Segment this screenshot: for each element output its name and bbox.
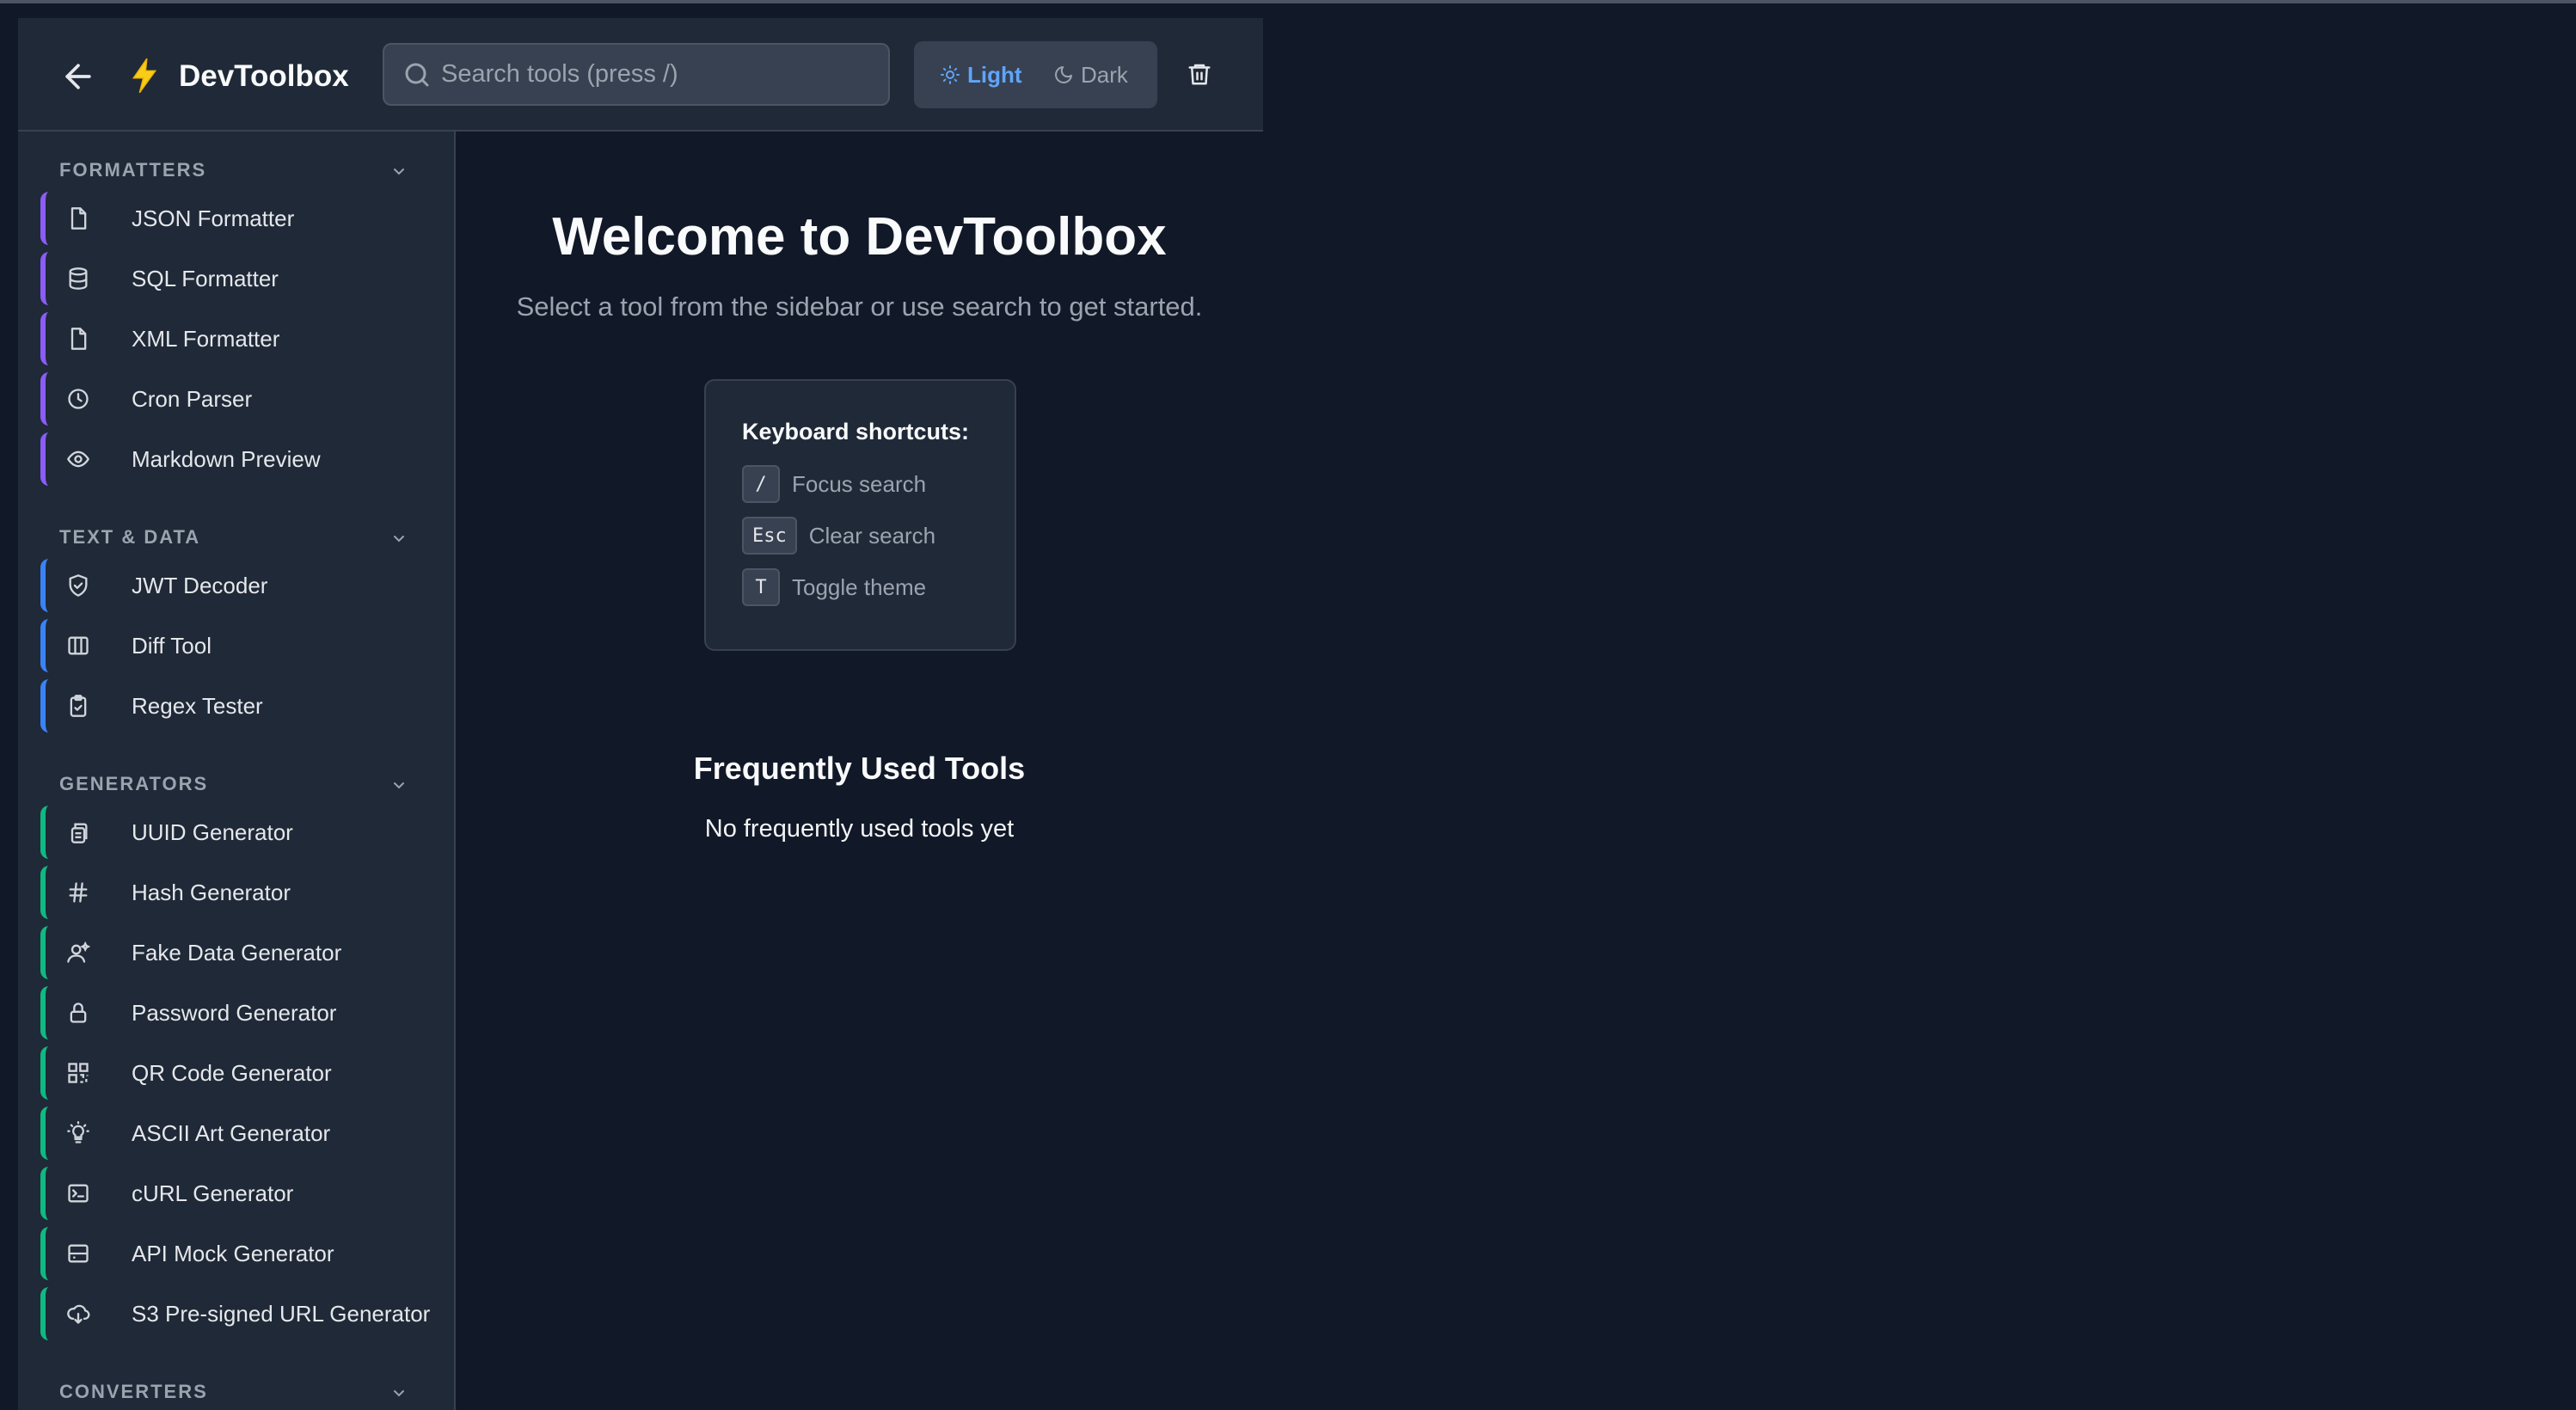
section-text-data-header[interactable]: TEXT & DATA xyxy=(18,519,454,557)
hash-icon xyxy=(64,879,92,906)
database-icon xyxy=(64,265,92,292)
sidebar-item-json-formatter[interactable]: JSON Formatter xyxy=(40,192,436,245)
shortcuts-title: Keyboard shortcuts: xyxy=(742,419,970,444)
chevron-down-icon xyxy=(389,528,409,549)
main-content: Welcome to DevToolbox Select a tool from… xyxy=(456,132,1263,1410)
shortcut-key: Esc xyxy=(742,517,797,555)
shortcut-row: / Focus search xyxy=(742,463,926,505)
shortcut-row: Esc Clear search xyxy=(742,515,935,556)
frequent-tools-empty-text: No frequently used tools yet xyxy=(704,815,1015,843)
shortcut-label: Toggle theme xyxy=(792,573,927,600)
sidebar-item-jwt-decoder[interactable]: JWT Decoder xyxy=(40,559,436,612)
section-formatters-header[interactable]: FORMATTERS xyxy=(18,152,454,190)
shortcut-label: Clear search xyxy=(808,522,936,549)
chevron-down-icon xyxy=(389,775,409,795)
sidebar-item-label: QR Code Generator xyxy=(132,1060,332,1086)
sidebar-item-password-generator[interactable]: Password Generator xyxy=(40,986,436,1039)
sidebar-item-qr-code-generator[interactable]: QR Code Generator xyxy=(40,1046,436,1100)
keyboard-shortcuts-card: Keyboard shortcuts: / Focus search Esc C… xyxy=(704,379,1016,651)
cloud-download-icon xyxy=(64,1300,92,1327)
app-header: DevToolbox Light Dark xyxy=(18,18,1263,132)
sidebar-item-label: Fake Data Generator xyxy=(132,940,342,966)
lightning-icon xyxy=(130,54,164,97)
user-sparkle-icon xyxy=(64,939,92,966)
file-icon xyxy=(64,325,92,352)
sidebar-item-label: cURL Generator xyxy=(132,1180,294,1206)
sidebar-item-hash-generator[interactable]: Hash Generator xyxy=(40,866,436,919)
sidebar-item-label: Markdown Preview xyxy=(132,446,321,472)
section-title: FORMATTERS xyxy=(59,159,207,181)
section-converters-header[interactable]: CONVERTERS xyxy=(18,1374,454,1410)
trash-icon xyxy=(1187,60,1212,88)
sidebar-item-label: JSON Formatter xyxy=(132,205,295,231)
theme-dark-button[interactable]: Dark xyxy=(1053,41,1128,108)
section-title: GENERATORS xyxy=(59,773,209,794)
shortcut-row: T Toggle theme xyxy=(742,567,926,608)
sidebar-item-regex-tester[interactable]: Regex Tester xyxy=(40,679,436,733)
sidebar: FORMATTERS JSON Formatter SQL Formatter … xyxy=(18,132,456,1410)
section-title: CONVERTERS xyxy=(59,1381,208,1402)
theme-light-label: Light xyxy=(967,61,1022,88)
frequent-tools-title: Frequently Used Tools xyxy=(693,751,1026,786)
sidebar-item-fake-data-generator[interactable]: Fake Data Generator xyxy=(40,926,436,979)
window-top-border xyxy=(0,0,2576,3)
app-window: DevToolbox Light Dark xyxy=(18,18,1263,1410)
chevron-down-icon xyxy=(389,161,409,181)
sidebar-item-label: Hash Generator xyxy=(132,880,291,905)
back-button[interactable] xyxy=(56,54,101,99)
sidebar-item-label: JWT Decoder xyxy=(132,573,268,598)
theme-toggle: Light Dark xyxy=(914,41,1157,108)
sidebar-item-markdown-preview[interactable]: Markdown Preview xyxy=(40,432,436,486)
sidebar-item-label: S3 Pre-signed URL Generator xyxy=(132,1301,431,1327)
shield-check-icon xyxy=(64,572,92,599)
search-input[interactable] xyxy=(441,45,871,104)
terminal-icon xyxy=(64,1180,92,1207)
shortcut-key: / xyxy=(742,465,780,503)
sidebar-item-uuid-generator[interactable]: UUID Generator xyxy=(40,806,436,859)
sidebar-item-curl-generator[interactable]: cURL Generator xyxy=(40,1167,436,1220)
moon-icon xyxy=(1053,64,1074,85)
sidebar-item-label: Cron Parser xyxy=(132,386,253,412)
arrow-left-icon xyxy=(59,58,97,95)
search-box[interactable] xyxy=(383,43,890,106)
sidebar-item-diff-tool[interactable]: Diff Tool xyxy=(40,619,436,672)
sidebar-item-label: ASCII Art Generator xyxy=(132,1120,331,1146)
shortcut-key: T xyxy=(742,568,780,606)
qr-code-icon xyxy=(64,1059,92,1087)
shortcut-label: Focus search xyxy=(792,470,927,497)
theme-dark-label: Dark xyxy=(1081,61,1128,88)
section-title: TEXT & DATA xyxy=(59,526,201,548)
section-generators-header[interactable]: GENERATORS xyxy=(18,766,454,804)
clear-data-button[interactable] xyxy=(1182,57,1217,91)
page-subtitle: Select a tool from the sidebar or use se… xyxy=(516,291,1203,322)
file-icon xyxy=(64,205,92,232)
sidebar-item-label: SQL Formatter xyxy=(132,266,279,291)
sidebar-item-xml-formatter[interactable]: XML Formatter xyxy=(40,312,436,365)
sun-icon xyxy=(940,64,960,85)
search-icon xyxy=(402,59,432,90)
clipboard-check-icon xyxy=(64,692,92,720)
copy-icon xyxy=(64,818,92,846)
sidebar-item-s3-presigned-url-generator[interactable]: S3 Pre-signed URL Generator xyxy=(40,1287,436,1340)
chevron-down-icon xyxy=(389,1382,409,1403)
lightbulb-icon xyxy=(64,1119,92,1147)
sidebar-item-label: Password Generator xyxy=(132,1000,337,1026)
lock-icon xyxy=(64,999,92,1027)
theme-light-button[interactable]: Light xyxy=(940,41,1022,108)
sidebar-item-cron-parser[interactable]: Cron Parser xyxy=(40,372,436,426)
sidebar-item-label: XML Formatter xyxy=(132,326,280,352)
sidebar-item-label: UUID Generator xyxy=(132,819,293,845)
sidebar-item-label: Regex Tester xyxy=(132,693,263,719)
eye-icon xyxy=(64,445,92,473)
sidebar-item-sql-formatter[interactable]: SQL Formatter xyxy=(40,252,436,305)
sidebar-item-api-mock-generator[interactable]: API Mock Generator xyxy=(40,1227,436,1280)
app-logo-text: DevToolbox xyxy=(179,59,349,93)
server-icon xyxy=(64,1240,92,1267)
sidebar-item-label: API Mock Generator xyxy=(132,1241,334,1266)
sidebar-item-ascii-art-generator[interactable]: ASCII Art Generator xyxy=(40,1107,436,1160)
sidebar-item-label: Diff Tool xyxy=(132,633,212,659)
page-title: Welcome to DevToolbox xyxy=(552,207,1167,267)
columns-icon xyxy=(64,632,92,659)
clock-icon xyxy=(64,385,92,413)
